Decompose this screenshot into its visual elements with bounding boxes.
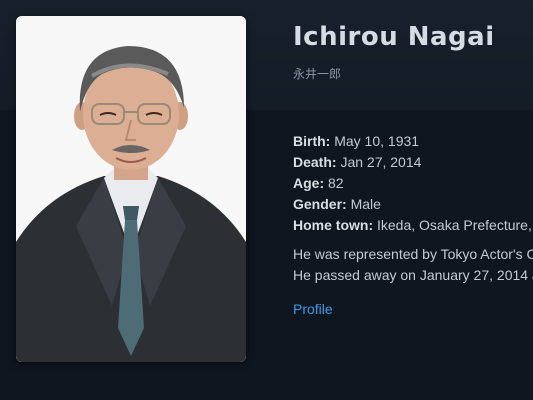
person-page: Ichirou Nagai 永井一郎 Birth: May 10, 1931 D… xyxy=(0,0,533,400)
fact-home-town: Home town: Ikeda, Osaka Prefecture, J xyxy=(293,215,533,236)
fact-label: Age: xyxy=(293,175,325,191)
person-name: Ichirou Nagai xyxy=(293,22,495,52)
fact-label: Gender: xyxy=(293,196,347,212)
fact-label: Death: xyxy=(293,154,337,170)
person-native-name: 永井一郎 xyxy=(293,67,342,81)
biography: He was represented by Tokyo Actor's C He… xyxy=(293,244,533,286)
fact-value: Jan 27, 2014 xyxy=(340,154,422,170)
fact-birth: Birth: May 10, 1931 xyxy=(293,131,533,152)
fact-gender: Gender: Male xyxy=(293,194,533,215)
fact-value: 82 xyxy=(328,175,344,191)
fact-value: Male xyxy=(350,196,381,212)
profile-link[interactable]: Profile xyxy=(293,301,333,317)
person-photo xyxy=(16,16,246,362)
fact-age: Age: 82 xyxy=(293,173,533,194)
fact-label: Home town: xyxy=(293,217,374,233)
fact-value: May 10, 1931 xyxy=(334,133,420,149)
facts-list: Birth: May 10, 1931 Death: Jan 27, 2014 … xyxy=(293,131,533,236)
fact-label: Birth: xyxy=(293,133,331,149)
bio-line: He passed away on January 27, 2014 a xyxy=(293,267,533,283)
bio-line: He was represented by Tokyo Actor's C xyxy=(293,246,533,262)
fact-death: Death: Jan 27, 2014 xyxy=(293,152,533,173)
fact-value: Ikeda, Osaka Prefecture, J xyxy=(377,217,533,233)
